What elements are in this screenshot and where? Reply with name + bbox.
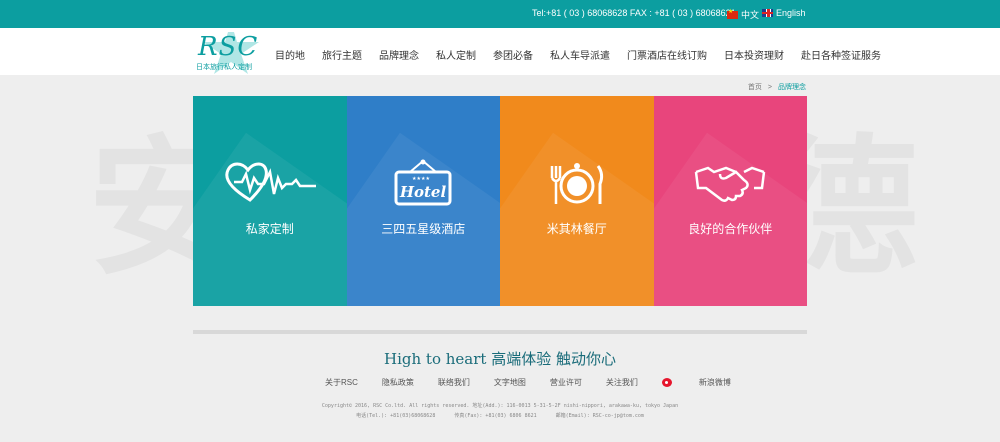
tile-private-custom[interactable]: 私家定制 (193, 96, 347, 306)
weibo-icon (661, 378, 672, 387)
weibo-label: 新浪微博 (698, 378, 731, 387)
footer-link-license[interactable]: 营业许可 (550, 377, 582, 388)
nav-item-destination[interactable]: 目的地 (275, 47, 305, 62)
lang-chinese-label: 中文 (741, 10, 760, 20)
tile-partners[interactable]: 良好的合作伙伴 (653, 96, 808, 306)
main-nav: 目的地 旅行主题 品牌理念 私人定制 参团必备 私人车导派遣 门票酒店在线订购 … (275, 47, 898, 62)
header: RSC 日本旅行私人定制 目的地 旅行主题 品牌理念 私人定制 参团必备 私人车… (0, 28, 1000, 75)
svg-text:★★★★: ★★★★ (412, 176, 430, 182)
nav-item-ticket-hotel[interactable]: 门票酒店在线订购 (627, 47, 707, 62)
logo[interactable]: RSC 日本旅行私人定制 (193, 32, 261, 74)
tile-label: 三四五星级酒店 (381, 222, 466, 236)
uk-flag-icon (762, 9, 773, 17)
lang-english-link[interactable]: English (762, 8, 806, 18)
china-flag-icon (727, 8, 738, 19)
nav-item-visa[interactable]: 赴日各种签证服务 (801, 47, 881, 62)
feature-tiles: 私家定制 ★★★★ Hotel 三四五星级酒店 米其林餐厅 良好的合作伙伴 (193, 96, 807, 306)
footer-link-sitemap[interactable]: 文字地图 (494, 377, 526, 388)
nav-item-investment[interactable]: 日本投资理财 (724, 47, 784, 62)
breadcrumb-home[interactable]: 首页 (748, 82, 762, 92)
breadcrumb-current: 品牌理念 (778, 84, 806, 91)
footer-divider (193, 330, 807, 334)
logo-text: RSC (198, 32, 259, 62)
svg-text:Hotel: Hotel (399, 183, 447, 201)
hotel-sign-icon: ★★★★ Hotel (347, 158, 501, 208)
lang-english-label: English (776, 8, 806, 18)
footer-link-follow[interactable]: 关注我们 (606, 377, 638, 388)
tile-michelin[interactable]: 米其林餐厅 (500, 96, 654, 306)
top-bar: Tel:+81 ( 03 ) 68068628 FAX : +81 ( 03 )… (0, 0, 1000, 28)
footer-email[interactable]: 邮箱(Email): RSC-co-jp@tom.com (556, 413, 644, 419)
footer-link-about[interactable]: 关于RSC (325, 377, 358, 388)
footer-tel: 电话(Tel.): +81(03)68068628 (356, 413, 436, 419)
dining-icon (500, 158, 654, 208)
tile-label: 私家定制 (245, 222, 294, 236)
heart-pulse-icon (193, 158, 347, 208)
tile-hotels[interactable]: ★★★★ Hotel 三四五星级酒店 (346, 96, 501, 306)
footer-link-weibo[interactable]: 新浪微博 (661, 377, 755, 388)
tile-label: 米其林餐厅 (546, 222, 607, 236)
footer-link-privacy[interactable]: 隐私政策 (382, 377, 414, 388)
nav-item-brand-concept[interactable]: 品牌理念 (379, 47, 419, 62)
logo-subtitle: 日本旅行私人定制 (196, 64, 252, 71)
handshake-icon (654, 158, 808, 208)
footer-links: 关于RSC 隐私政策 联络我们 文字地图 营业许可 关注我们 新浪微博 (325, 377, 755, 388)
breadcrumb: 首页 > 品牌理念 (748, 82, 806, 92)
lang-chinese-link[interactable]: 中文 (727, 8, 759, 21)
copyright-text: Copyright© 2016, RSC Co.ltd. All rights … (321, 403, 679, 409)
footer-slogan: High to heart 高端体验 触动你心 (384, 350, 616, 368)
nav-item-private-car[interactable]: 私人车导派遣 (550, 47, 610, 62)
contact-info: Tel:+81 ( 03 ) 68068628 FAX : +81 ( 03 )… (532, 8, 736, 18)
nav-item-tour-essentials[interactable]: 参团必备 (493, 47, 533, 62)
tile-label: 良好的合作伙伴 (688, 222, 773, 236)
nav-item-travel-theme[interactable]: 旅行主题 (322, 47, 362, 62)
footer-link-contact[interactable]: 联络我们 (438, 377, 470, 388)
footer-fax: 传真(Fax): +81(03) 6806 8621 (454, 413, 537, 419)
breadcrumb-separator: > (767, 83, 772, 91)
nav-item-private-custom[interactable]: 私人定制 (436, 47, 476, 62)
footer-contacts: 电话(Tel.): +81(03)68068628 传真(Fax): +81(0… (0, 412, 1000, 419)
